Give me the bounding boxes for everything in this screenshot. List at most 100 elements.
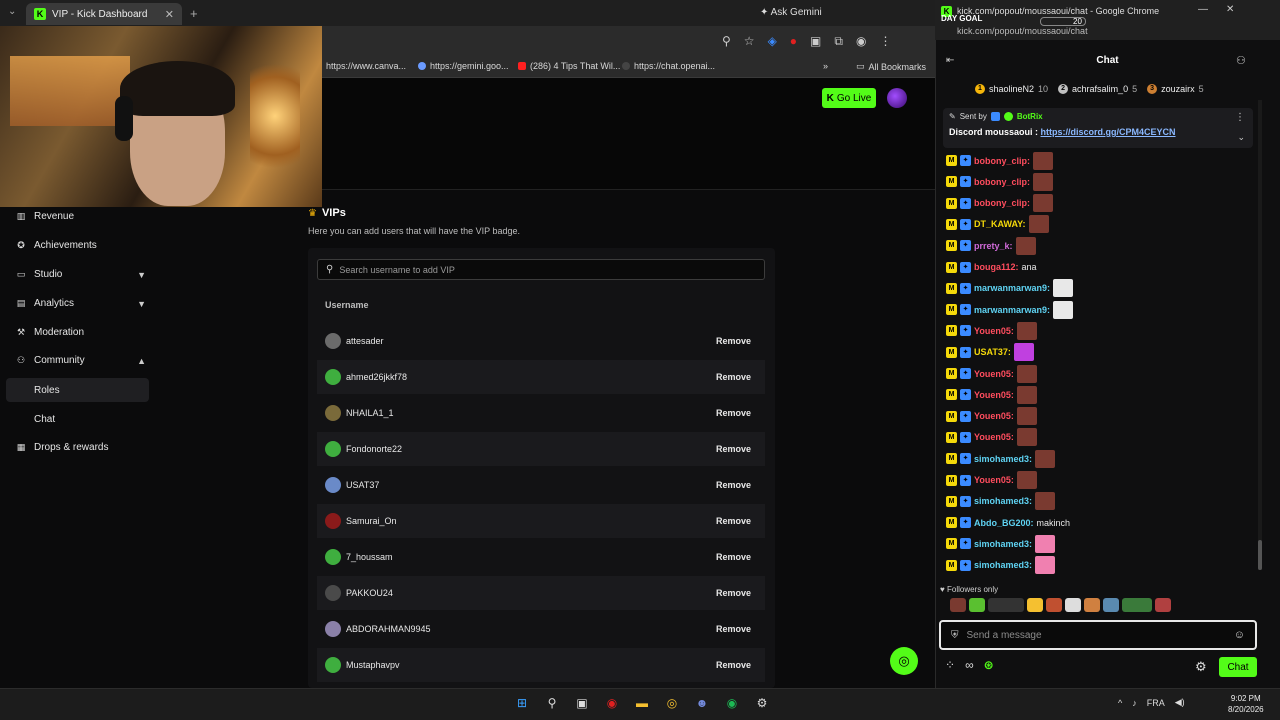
- bookmark-canva[interactable]: https://www.canva...: [314, 61, 406, 71]
- emoji-icon[interactable]: ☺: [1234, 629, 1245, 641]
- chat-username[interactable]: Youen05:: [974, 475, 1014, 485]
- sidebar-item-moderation[interactable]: ⚒ Moderation: [16, 327, 146, 338]
- new-tab-icon[interactable]: +: [190, 6, 198, 21]
- emote-icon[interactable]: [1065, 598, 1081, 612]
- chat-message[interactable]: M ✦ Youen05:: [946, 384, 1037, 405]
- bookmark-gemini[interactable]: https://gemini.goo...: [418, 61, 509, 71]
- top-gifter[interactable]: 3 zouzairx 5: [1147, 84, 1204, 94]
- chat-message[interactable]: M ✦ simohamed3:: [946, 533, 1056, 554]
- record-app-icon[interactable]: ◉: [602, 693, 622, 713]
- chat-username[interactable]: USAT37:: [974, 347, 1011, 357]
- remove-vip-button[interactable]: Remove: [710, 657, 757, 673]
- sidebar-item-roles[interactable]: [6, 378, 149, 402]
- chat-message[interactable]: M ✦ simohamed3:: [946, 491, 1056, 512]
- remove-vip-button[interactable]: Remove: [710, 477, 757, 493]
- chrome-icon[interactable]: ◎: [662, 693, 682, 713]
- chat-username[interactable]: marwanmarwan9:: [974, 305, 1050, 315]
- extensions-puzzle-icon[interactable]: ⧉: [834, 34, 843, 49]
- language-indicator[interactable]: FRA: [1147, 698, 1165, 708]
- remove-vip-button[interactable]: Remove: [710, 441, 757, 457]
- minimize-icon[interactable]: —: [1198, 4, 1208, 15]
- tab-search-icon[interactable]: ⌄: [8, 6, 16, 17]
- chat-message[interactable]: M ✦ bouga112: ana: [946, 257, 1037, 278]
- chat-message[interactable]: M ✦ USAT37:: [946, 342, 1034, 363]
- chat-users-icon[interactable]: ⚇: [1236, 54, 1246, 67]
- emote-icon[interactable]: [1122, 598, 1152, 612]
- remove-vip-button[interactable]: Remove: [710, 405, 757, 421]
- browser-tab-vip[interactable]: K VIP - Kick Dashboard ✕: [26, 3, 182, 25]
- chat-scrollbar[interactable]: [1258, 100, 1262, 570]
- extension-icon[interactable]: ▣: [810, 34, 821, 49]
- profile-icon[interactable]: ◉: [856, 34, 866, 49]
- sidebar-item-revenue[interactable]: ▥ Revenue: [16, 211, 146, 222]
- chat-username[interactable]: simohamed3:: [974, 454, 1032, 464]
- all-bookmarks[interactable]: ▭ All Bookmarks: [856, 61, 926, 72]
- chat-username[interactable]: Youen05:: [974, 432, 1014, 442]
- chat-username[interactable]: marwanmarwan9:: [974, 283, 1050, 293]
- chat-settings-gear-icon[interactable]: ⚙: [1195, 659, 1207, 675]
- chat-message[interactable]: M ✦ DT_KAWAY:: [946, 214, 1049, 235]
- chat-message[interactable]: M ✦ simohamed3:: [946, 555, 1056, 576]
- emote-icon[interactable]: [950, 598, 966, 612]
- remove-vip-button[interactable]: Remove: [710, 369, 757, 385]
- file-explorer-icon[interactable]: ▬: [632, 693, 652, 713]
- top-gifter[interactable]: 2 achrafsalim_0 5: [1058, 84, 1137, 94]
- sidebar-item-drops[interactable]: ▦ Drops & rewards: [16, 442, 146, 453]
- chat-message[interactable]: M ✦ prrety_k:: [946, 235, 1036, 256]
- menu-kebab-icon[interactable]: ⋮: [879, 34, 891, 49]
- sidebar-item-community[interactable]: ⚇ Community ▲: [16, 355, 146, 366]
- chat-message[interactable]: M ✦ Youen05:: [946, 320, 1037, 341]
- zoom-icon[interactable]: ⚲: [722, 34, 731, 49]
- search-input[interactable]: [339, 264, 740, 275]
- search-icon[interactable]: ⚲: [542, 693, 562, 713]
- emote-icon[interactable]: [969, 598, 985, 612]
- scrollbar-thumb[interactable]: [1258, 540, 1262, 570]
- chat-message[interactable]: M ✦ simohamed3:: [946, 448, 1056, 469]
- emote-icon[interactable]: [988, 598, 1024, 612]
- kick-logo-icon[interactable]: ⊛: [984, 658, 994, 672]
- emote-icon[interactable]: [1046, 598, 1062, 612]
- emote-icon[interactable]: [1155, 598, 1171, 612]
- pinned-message[interactable]: ✎ Sent by BotRix Discord moussaoui : htt…: [943, 108, 1253, 148]
- bookmarks-overflow-icon[interactable]: »: [823, 61, 828, 71]
- chat-message[interactable]: M ✦ Youen05:: [946, 427, 1037, 448]
- extension-icon[interactable]: ◈: [768, 34, 777, 49]
- remove-vip-button[interactable]: Remove: [710, 585, 757, 601]
- support-headset-button[interactable]: ◎: [890, 647, 918, 675]
- collapse-chat-icon[interactable]: ⇤: [946, 55, 954, 66]
- chat-username[interactable]: Abdo_BG200:: [974, 518, 1034, 528]
- chat-username[interactable]: simohamed3:: [974, 496, 1032, 506]
- extension-icon[interactable]: ●: [790, 34, 797, 49]
- chat-send-button[interactable]: Chat: [1219, 657, 1257, 677]
- go-live-button[interactable]: K Go Live: [822, 88, 876, 108]
- sidebar-item-achievements[interactable]: ✪ Achievements: [16, 240, 146, 251]
- infinity-icon[interactable]: ∞: [965, 658, 974, 672]
- chevron-up-icon[interactable]: ▲: [137, 356, 146, 366]
- microphone-icon[interactable]: ♪: [1132, 698, 1137, 708]
- chat-message[interactable]: M ✦ Youen05:: [946, 470, 1037, 491]
- sidebar-item-studio[interactable]: ▭ Studio ▼: [16, 269, 146, 280]
- chat-message[interactable]: M ✦ bobony_clip:: [946, 171, 1053, 192]
- chat-username[interactable]: bobony_clip:: [974, 177, 1030, 187]
- chat-message[interactable]: M ✦ bobony_clip:: [946, 150, 1053, 171]
- chevron-down-icon[interactable]: ▼: [137, 299, 146, 309]
- chat-username[interactable]: bobony_clip:: [974, 156, 1030, 166]
- chevron-down-icon[interactable]: ⌄: [1237, 132, 1245, 143]
- chat-username[interactable]: prrety_k:: [974, 241, 1013, 251]
- system-clock[interactable]: 9:02 PM 8/20/2026: [1228, 693, 1264, 715]
- remove-vip-button[interactable]: Remove: [710, 621, 757, 637]
- emote-icon[interactable]: [1027, 598, 1043, 612]
- sidebar-subitem-chat[interactable]: Chat: [34, 414, 55, 425]
- emote-icon[interactable]: [1084, 598, 1100, 612]
- chat-message[interactable]: M ✦ marwanmarwan9:: [946, 278, 1074, 299]
- discord-icon[interactable]: ☻: [692, 693, 712, 713]
- bookmark-star-icon[interactable]: ☆: [744, 34, 755, 49]
- chevron-up-icon[interactable]: ^: [1118, 698, 1122, 708]
- sidebar-subitem-roles[interactable]: Roles: [34, 385, 60, 396]
- points-icon[interactable]: ⁘: [945, 658, 955, 672]
- windows-start-icon[interactable]: ⊞: [512, 693, 532, 713]
- top-gifter[interactable]: 1 shaolineN2 10: [975, 84, 1048, 94]
- chat-username[interactable]: DT_KAWAY:: [974, 219, 1026, 229]
- chat-message-input[interactable]: [966, 629, 1226, 641]
- steam-icon[interactable]: ⚙: [752, 693, 772, 713]
